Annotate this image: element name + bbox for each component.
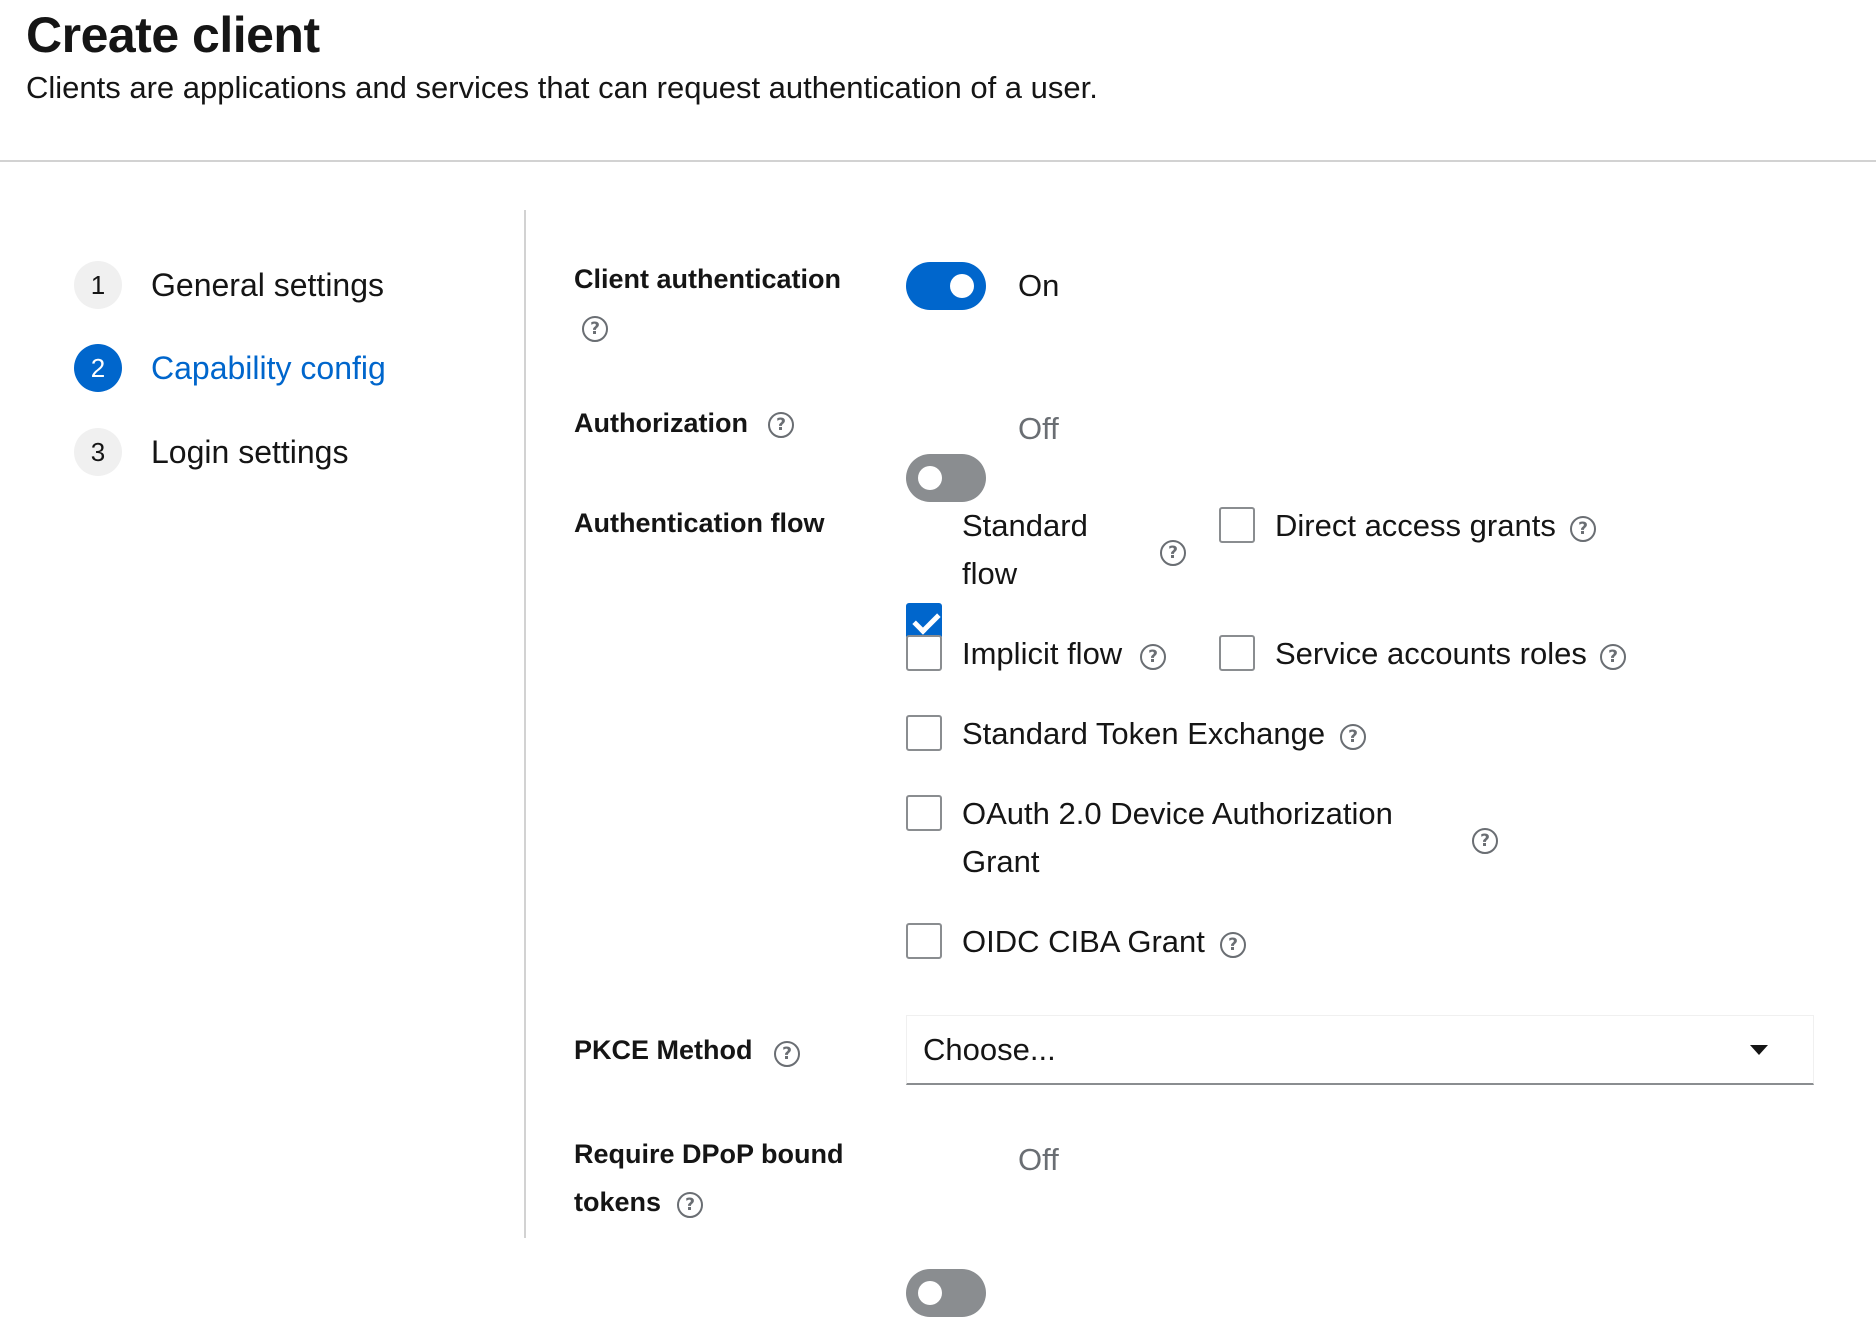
- switch-knob: [950, 274, 974, 298]
- service-accounts-roles-checkbox[interactable]: [1219, 635, 1255, 671]
- wizard-step-login-settings[interactable]: 3 Login settings: [74, 427, 348, 477]
- help-icon[interactable]: ?: [1160, 540, 1186, 566]
- step-label: Login settings: [151, 433, 349, 470]
- help-icon[interactable]: ?: [774, 1041, 800, 1067]
- pkce-method-label: PKCE Method: [574, 1035, 753, 1065]
- implicit-flow-label: Implicit flow: [962, 636, 1123, 671]
- dpop-label-line2: tokens: [574, 1187, 662, 1217]
- standard-token-exchange-checkbox[interactable]: [906, 715, 942, 751]
- header-divider: [0, 160, 1876, 162]
- help-icon[interactable]: ?: [677, 1192, 703, 1218]
- client-authentication-state: On: [1018, 268, 1060, 303]
- page-title: Create client: [26, 7, 320, 63]
- oidc-ciba-grant-checkbox[interactable]: [906, 923, 942, 959]
- standard-flow-label: Standard: [962, 508, 1088, 543]
- client-authentication-label: Client authentication: [574, 264, 842, 294]
- step-label: Capability config: [151, 349, 386, 386]
- step-label: General settings: [151, 266, 385, 303]
- step-number: 3: [74, 428, 122, 476]
- step-number: 2: [74, 344, 122, 392]
- standard-flow-label-line2: flow: [962, 556, 1018, 591]
- device-authorization-grant-label: OAuth 2.0 Device Authorization: [962, 796, 1393, 831]
- authorization-switch[interactable]: [906, 454, 986, 502]
- switch-knob: [918, 466, 942, 490]
- standard-flow-checkbox[interactable]: [906, 603, 942, 639]
- wizard-step-capability-config[interactable]: 2 Capability config: [74, 343, 386, 393]
- caret-down-icon: [1750, 1044, 1768, 1055]
- help-icon[interactable]: ?: [1220, 932, 1246, 958]
- help-icon[interactable]: ?: [1340, 724, 1366, 750]
- device-authorization-grant-checkbox[interactable]: [906, 795, 942, 831]
- service-accounts-roles-label: Service accounts roles: [1275, 636, 1587, 671]
- help-icon[interactable]: ?: [1600, 644, 1626, 670]
- switch-knob: [918, 1281, 942, 1305]
- wizard-step-general-settings[interactable]: 1 General settings: [74, 260, 384, 310]
- step-number: 1: [74, 261, 122, 309]
- implicit-flow-checkbox[interactable]: [906, 635, 942, 671]
- pkce-method-select[interactable]: Choose...: [906, 1015, 1814, 1085]
- authorization-label: Authorization: [574, 408, 748, 438]
- wizard-divider: [524, 210, 526, 1238]
- help-icon[interactable]: ?: [1570, 516, 1596, 542]
- direct-access-grants-label: Direct access grants: [1275, 508, 1556, 543]
- pkce-method-selected: Choose...: [923, 1031, 1056, 1067]
- help-icon[interactable]: ?: [582, 316, 608, 342]
- authorization-state: Off: [1018, 411, 1059, 446]
- direct-access-grants-checkbox[interactable]: [1219, 507, 1255, 543]
- authentication-flow-label: Authentication flow: [574, 508, 825, 538]
- page-description: Clients are applications and services th…: [26, 70, 1098, 105]
- dpop-state: Off: [1018, 1142, 1059, 1177]
- standard-token-exchange-label: Standard Token Exchange: [962, 716, 1326, 751]
- client-authentication-switch[interactable]: [906, 262, 986, 310]
- help-icon[interactable]: ?: [1472, 828, 1498, 854]
- help-icon[interactable]: ?: [1140, 644, 1166, 670]
- oidc-ciba-grant-label: OIDC CIBA Grant: [962, 924, 1205, 959]
- help-icon[interactable]: ?: [768, 412, 794, 438]
- dpop-label: Require DPoP bound: [574, 1139, 844, 1169]
- device-authorization-grant-label-line2: Grant: [962, 844, 1040, 879]
- dpop-switch[interactable]: [906, 1269, 986, 1317]
